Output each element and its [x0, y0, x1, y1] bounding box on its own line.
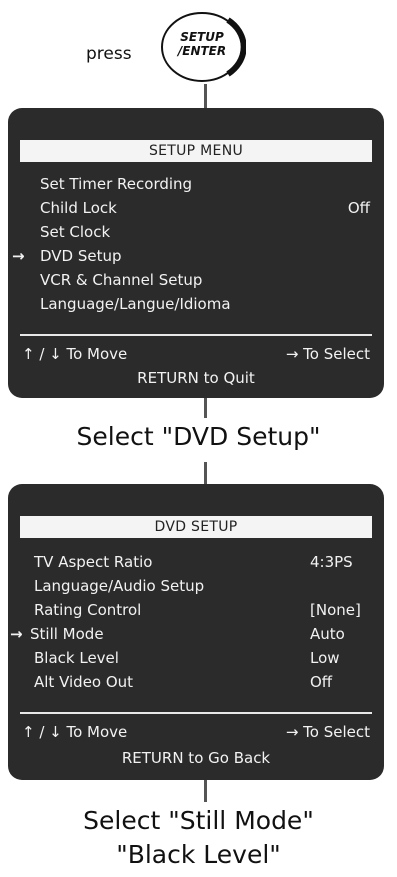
connector-line-2 [204, 398, 207, 418]
menu-item-vcr-channel-setup[interactable]: VCR & Channel Setup [40, 270, 202, 290]
rating-control-value: [None] [310, 601, 361, 619]
footer-return-hint: RETURN to Go Back [121, 749, 271, 767]
setup-enter-button-label: SETUP /ENTER [172, 30, 232, 58]
footer-select-hint: → To Select [285, 345, 370, 363]
menu-separator [20, 712, 372, 714]
setup-menu-screen: SETUP MENU Set Timer Recording Child Loc… [8, 108, 384, 398]
menu-item-set-clock[interactable]: Set Clock [40, 222, 110, 242]
button-line-1: SETUP [180, 30, 224, 44]
menu-item-rating-control[interactable]: Rating Control [34, 600, 141, 620]
alt-video-out-value: Off [310, 673, 333, 691]
footer-select-hint: → To Select [285, 723, 370, 741]
selection-arrow-icon: → [12, 247, 25, 265]
caption-select-dvd-setup: Select "DVD Setup" [76, 422, 321, 451]
press-label: press [86, 44, 132, 64]
menu-item-child-lock[interactable]: Child Lock [40, 198, 117, 218]
connector-line-4 [204, 780, 207, 802]
caption-select-still-mode: Select "Still Mode" [83, 806, 314, 835]
dvd-setup-screen: DVD SETUP TV Aspect Ratio 4:3PS Language… [8, 484, 384, 780]
footer-move-hint: ↑ / ↓ To Move [22, 345, 128, 363]
menu-item-alt-video-out[interactable]: Alt Video Out [34, 672, 133, 692]
connector-line-3 [204, 462, 207, 486]
black-level-value: Low [310, 649, 340, 667]
caption-black-level: "Black Level" [116, 840, 281, 869]
menu-item-tv-aspect-ratio[interactable]: TV Aspect Ratio [34, 552, 152, 572]
footer-move-hint: ↑ / ↓ To Move [22, 723, 128, 741]
menu-item-language-audio-setup[interactable]: Language/Audio Setup [34, 576, 204, 596]
menu-separator [20, 334, 372, 336]
menu-item-still-mode[interactable]: Still Mode [30, 624, 104, 644]
menu-item-set-timer-recording[interactable]: Set Timer Recording [40, 174, 192, 194]
child-lock-value: Off [347, 199, 370, 217]
button-line-2: /ENTER [177, 44, 227, 58]
dvd-setup-title: DVD SETUP [20, 516, 372, 538]
menu-item-language[interactable]: Language/Langue/Idioma [40, 294, 231, 314]
menu-item-dvd-setup[interactable]: DVD Setup [40, 246, 122, 266]
connector-line-1 [204, 84, 207, 110]
selection-arrow-icon: → [10, 625, 23, 643]
still-mode-value: Auto [310, 625, 345, 643]
setup-menu-title: SETUP MENU [20, 140, 372, 162]
footer-return-hint: RETURN to Quit [137, 369, 255, 387]
menu-item-black-level[interactable]: Black Level [34, 648, 119, 668]
tv-aspect-ratio-value: 4:3PS [310, 553, 353, 571]
